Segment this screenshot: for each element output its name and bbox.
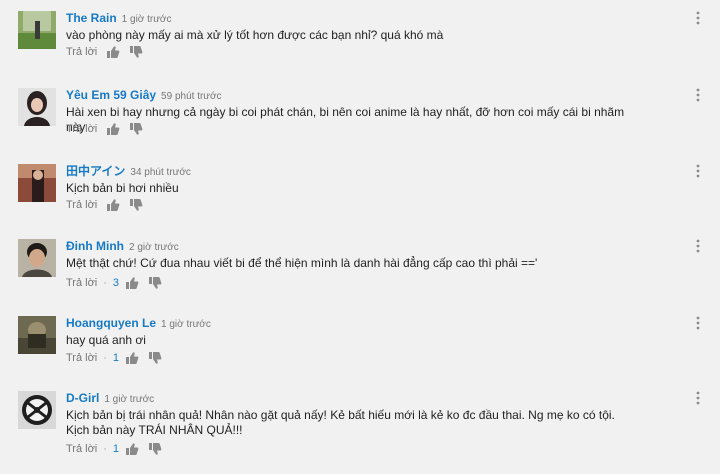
thumb-up-icon[interactable] [125,442,139,456]
reply-button[interactable]: Trả lời [66,443,97,455]
avatar[interactable] [18,164,56,202]
author-name[interactable]: D-Girl [66,391,99,405]
thumb-up-icon[interactable] [106,122,120,136]
thumb-down-icon[interactable] [129,45,143,59]
comment-actions: Trả lời [66,44,143,60]
separator-dot: · [103,352,107,364]
comment-text: vào phòng này mấy ai mà xử lý tốt hơn đư… [66,28,444,42]
thumb-down-icon[interactable] [129,198,143,212]
author-name[interactable]: Đinh Minh [66,239,124,253]
reply-button[interactable]: Trả lời [66,46,97,58]
author-name[interactable]: 田中アイン [66,164,125,178]
thumb-up-icon[interactable] [106,45,120,59]
comment-time[interactable]: 2 giờ trước [129,242,179,253]
comment-time[interactable]: 1 giờ trước [104,394,154,405]
comment-time[interactable]: 1 giờ trước [122,14,172,25]
comment-text: Kịch bản bị trái nhân quả! Nhân nào gặt … [66,408,615,437]
thumb-up-icon[interactable] [125,351,139,365]
thumb-down-icon[interactable] [148,442,162,456]
reply-button[interactable]: Trả lời [66,123,97,135]
more-vert-icon[interactable] [693,239,703,253]
thumb-down-icon[interactable] [148,276,162,290]
comment-actions: Trả lời [66,197,143,213]
author-name[interactable]: The Rain [66,11,117,25]
author-name[interactable]: Hoangquyen Le [66,316,156,330]
more-vert-icon[interactable] [693,11,703,25]
more-vert-icon[interactable] [693,391,703,405]
comment-time[interactable]: 1 giờ trước [161,319,211,330]
author-name[interactable]: Yêu Em 59 Giây [66,88,156,102]
avatar[interactable] [18,11,56,49]
comment-actions: Trả lời · 1 [66,350,162,366]
more-vert-icon[interactable] [693,164,703,178]
comment-time[interactable]: 59 phút trước [161,91,222,102]
separator-dot: · [103,277,107,289]
comment-text: hay quá anh ơi [66,333,146,347]
like-count: 1 [112,443,120,455]
more-vert-icon[interactable] [693,316,703,330]
thumb-up-icon[interactable] [106,198,120,212]
avatar[interactable] [18,316,56,354]
comment-actions: Trả lời [66,121,143,137]
reply-button[interactable]: Trả lời [66,352,97,364]
more-vert-icon[interactable] [693,88,703,102]
comment-text: Mệt thật chứ! Cứ đua nhau viết bi để thể… [66,256,538,270]
comment-actions: Trả lời · 3 [66,275,162,291]
reply-button[interactable]: Trả lời [66,199,97,211]
thumb-up-icon[interactable] [125,276,139,290]
comment-time[interactable]: 34 phút trước [130,167,191,178]
comment-actions: Trả lời · 1 [66,441,162,457]
thumb-down-icon[interactable] [129,122,143,136]
comment-text: Hài xen bi hay nhưng cả ngày bi coi phát… [66,105,625,134]
avatar[interactable] [18,88,56,126]
like-count: 1 [112,352,120,364]
like-count: 3 [112,277,120,289]
avatar[interactable] [18,391,56,429]
separator-dot: · [103,443,107,455]
reply-button[interactable]: Trả lời [66,277,97,289]
avatar[interactable] [18,239,56,277]
thumb-down-icon[interactable] [148,351,162,365]
comment-text: Kịch bản bi hơi nhiều [66,181,179,195]
